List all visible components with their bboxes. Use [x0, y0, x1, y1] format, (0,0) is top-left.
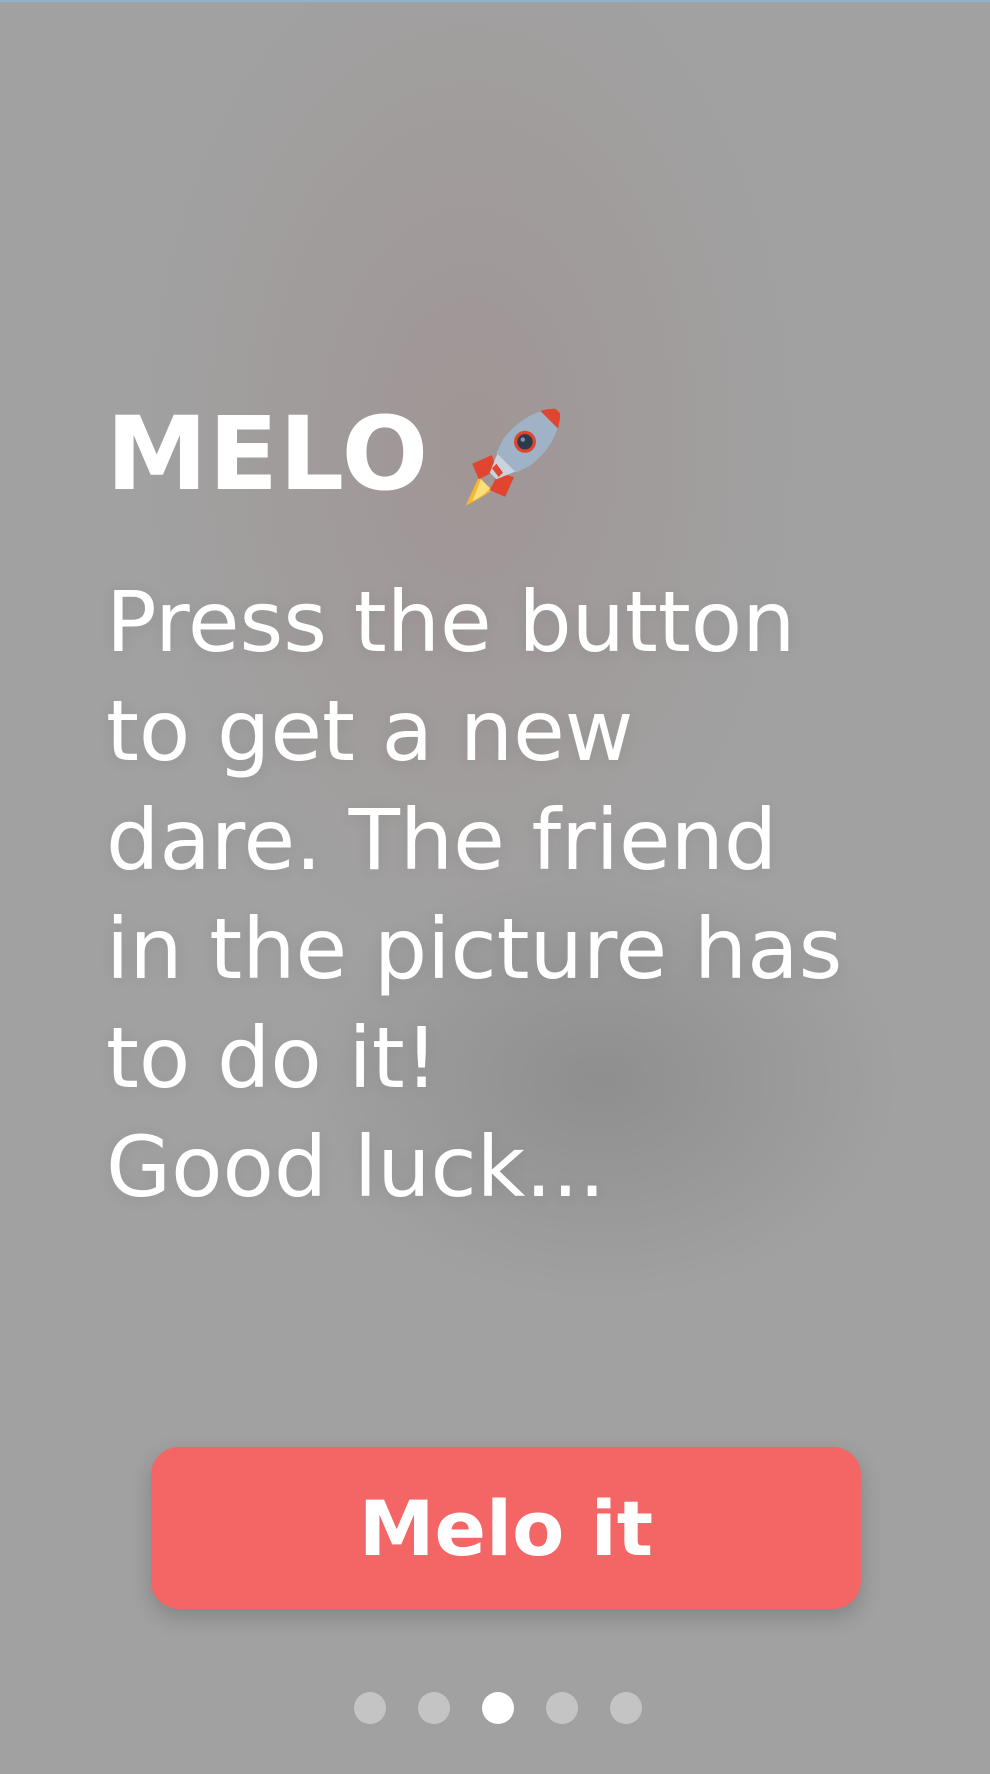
- page-dot-3-active[interactable]: [482, 1692, 514, 1724]
- page-dot-2[interactable]: [418, 1692, 450, 1724]
- app-title: MELO: [106, 395, 430, 514]
- page-dot-1[interactable]: [354, 1692, 386, 1724]
- page-indicator: [354, 1692, 642, 1724]
- melo-it-button[interactable]: Melo it: [151, 1447, 861, 1609]
- top-divider: [0, 0, 990, 2]
- dare-instructions: Press the button to get a new dare. The …: [106, 573, 843, 1216]
- rocket-icon: [459, 400, 569, 510]
- page-dot-4[interactable]: [546, 1692, 578, 1724]
- page-dot-5[interactable]: [610, 1692, 642, 1724]
- onboarding-screen: MELO Press the button to get a new dare.…: [0, 0, 990, 1774]
- title-row: MELO: [106, 400, 569, 510]
